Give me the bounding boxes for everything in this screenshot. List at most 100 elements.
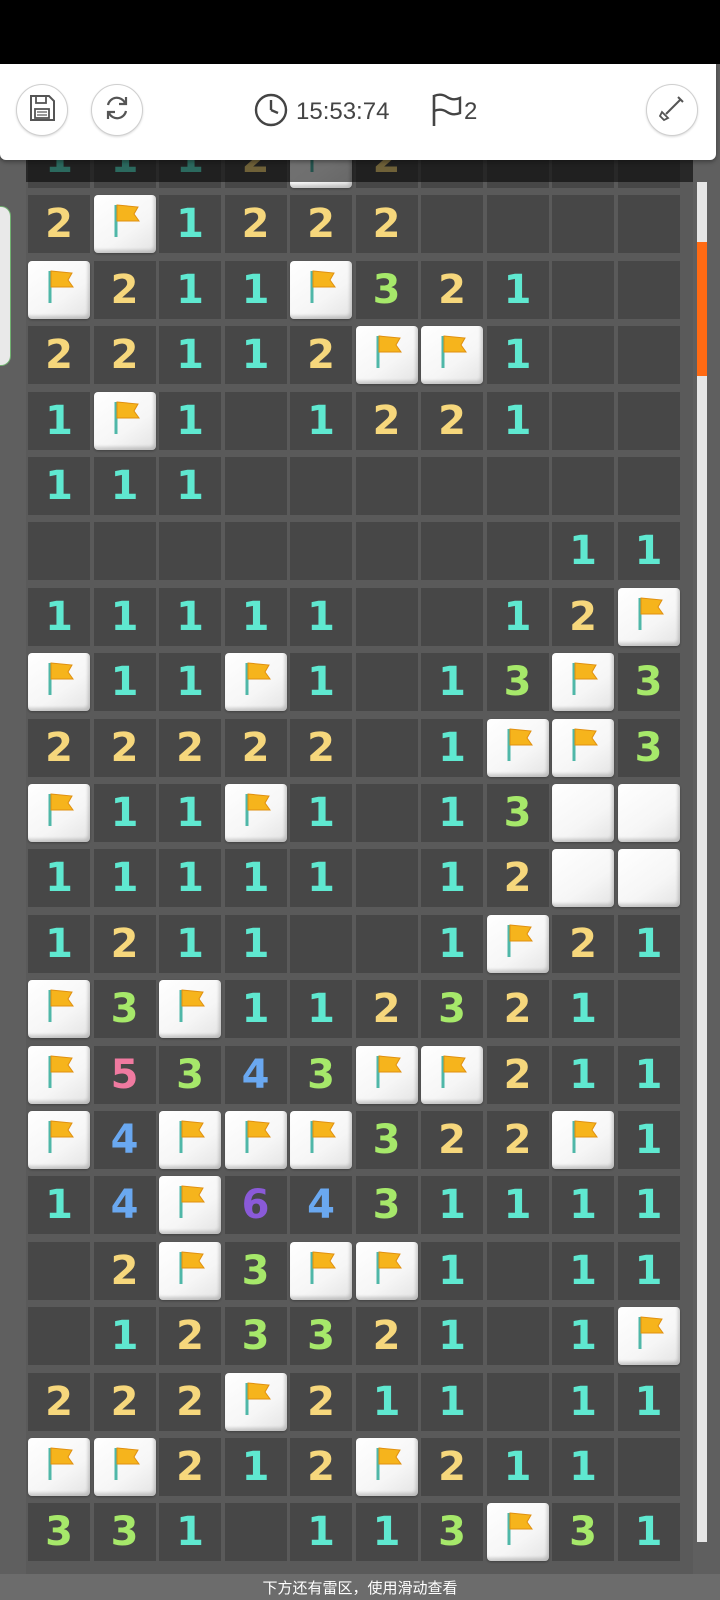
number-cell[interactable]: 1 (28, 457, 90, 515)
number-cell[interactable]: 1 (486, 260, 549, 319)
flagged-cell[interactable] (28, 980, 90, 1039)
number-cell[interactable]: 1 (224, 849, 287, 908)
number-cell[interactable]: 2 (93, 1372, 156, 1431)
empty-cell[interactable] (355, 784, 418, 842)
flagged-cell[interactable] (355, 1438, 418, 1496)
number-cell[interactable]: 2 (28, 195, 90, 254)
empty-cell[interactable] (28, 1307, 90, 1366)
number-cell[interactable]: 1 (159, 391, 221, 450)
number-cell[interactable]: 1 (617, 1111, 680, 1169)
flagged-cell[interactable] (224, 1372, 287, 1431)
number-cell[interactable]: 3 (552, 1503, 614, 1562)
number-cell[interactable]: 1 (290, 391, 352, 450)
number-cell[interactable]: 2 (421, 1111, 483, 1169)
number-cell[interactable]: 2 (290, 326, 352, 385)
number-cell[interactable]: 2 (486, 1045, 549, 1104)
number-cell[interactable]: 1 (159, 784, 221, 842)
empty-cell[interactable] (486, 457, 549, 515)
number-cell[interactable]: 1 (93, 849, 156, 908)
empty-cell[interactable] (421, 587, 483, 646)
number-cell[interactable]: 2 (355, 195, 418, 254)
empty-cell[interactable] (355, 914, 418, 973)
number-cell[interactable]: 2 (28, 326, 90, 385)
number-cell[interactable]: 3 (486, 784, 549, 842)
number-cell[interactable]: 1 (617, 1503, 680, 1562)
number-cell[interactable]: 2 (290, 718, 352, 777)
number-cell[interactable]: 1 (28, 1176, 90, 1235)
number-cell[interactable]: 3 (355, 260, 418, 319)
number-cell[interactable]: 3 (28, 1503, 90, 1562)
empty-cell[interactable] (617, 391, 680, 450)
number-cell[interactable]: 1 (159, 195, 221, 254)
empty-cell[interactable] (28, 522, 90, 581)
empty-cell[interactable] (552, 195, 614, 254)
number-cell[interactable]: 1 (224, 980, 287, 1039)
number-cell[interactable]: 3 (486, 653, 549, 712)
empty-cell[interactable] (355, 587, 418, 646)
number-cell[interactable]: 4 (290, 1176, 352, 1235)
restart-button[interactable] (91, 84, 143, 136)
number-cell[interactable]: 2 (486, 1111, 549, 1169)
save-button[interactable] (16, 84, 68, 136)
number-cell[interactable]: 1 (486, 1176, 549, 1235)
empty-cell[interactable] (486, 1307, 549, 1366)
empty-cell[interactable] (28, 1241, 90, 1300)
number-cell[interactable]: 3 (159, 1045, 221, 1104)
number-cell[interactable]: 3 (617, 653, 680, 712)
empty-cell[interactable] (290, 457, 352, 515)
number-cell[interactable]: 1 (159, 914, 221, 973)
empty-cell[interactable] (486, 1241, 549, 1300)
number-cell[interactable]: 3 (290, 1045, 352, 1104)
number-cell[interactable]: 2 (552, 914, 614, 973)
number-cell[interactable]: 2 (28, 1372, 90, 1431)
flagged-cell[interactable] (224, 784, 287, 842)
number-cell[interactable]: 2 (290, 1438, 352, 1496)
number-cell[interactable]: 1 (617, 1241, 680, 1300)
number-cell[interactable]: 2 (93, 914, 156, 973)
number-cell[interactable]: 1 (290, 784, 352, 842)
empty-cell[interactable] (421, 195, 483, 254)
number-cell[interactable]: 1 (421, 1372, 483, 1431)
number-cell[interactable]: 1 (224, 260, 287, 319)
number-cell[interactable]: 1 (617, 1372, 680, 1431)
number-cell[interactable]: 2 (290, 195, 352, 254)
empty-cell[interactable] (486, 195, 549, 254)
number-cell[interactable]: 2 (159, 1307, 221, 1366)
number-cell[interactable]: 2 (159, 1372, 221, 1431)
empty-cell[interactable] (290, 522, 352, 581)
number-cell[interactable]: 2 (421, 1438, 483, 1496)
number-cell[interactable]: 3 (224, 1307, 287, 1366)
number-cell[interactable]: 1 (159, 1503, 221, 1562)
flagged-cell[interactable] (159, 1176, 221, 1235)
empty-cell[interactable] (290, 914, 352, 973)
number-cell[interactable]: 1 (617, 1176, 680, 1235)
number-cell[interactable]: 1 (355, 1372, 418, 1431)
empty-cell[interactable] (617, 457, 680, 515)
flagged-cell[interactable] (93, 391, 156, 450)
number-cell[interactable]: 1 (290, 587, 352, 646)
flagged-cell[interactable] (28, 1111, 90, 1169)
number-cell[interactable]: 1 (421, 718, 483, 777)
empty-cell[interactable] (552, 260, 614, 319)
number-cell[interactable]: 1 (552, 1045, 614, 1104)
number-cell[interactable]: 3 (290, 1307, 352, 1366)
number-cell[interactable]: 1 (28, 587, 90, 646)
flagged-cell[interactable] (552, 1111, 614, 1169)
number-cell[interactable]: 1 (28, 391, 90, 450)
number-cell[interactable]: 2 (93, 326, 156, 385)
flagged-cell[interactable] (224, 653, 287, 712)
empty-cell[interactable] (224, 391, 287, 450)
flagged-cell[interactable] (28, 260, 90, 319)
flagged-cell[interactable] (552, 718, 614, 777)
number-cell[interactable]: 2 (486, 849, 549, 908)
number-cell[interactable]: 2 (552, 587, 614, 646)
empty-cell[interactable] (159, 522, 221, 581)
number-cell[interactable]: 1 (617, 522, 680, 581)
number-cell[interactable]: 1 (355, 1503, 418, 1562)
number-cell[interactable]: 1 (421, 653, 483, 712)
flagged-cell[interactable] (617, 1307, 680, 1366)
number-cell[interactable]: 1 (93, 587, 156, 646)
number-cell[interactable]: 3 (355, 1111, 418, 1169)
empty-cell[interactable] (224, 457, 287, 515)
number-cell[interactable]: 3 (93, 1503, 156, 1562)
